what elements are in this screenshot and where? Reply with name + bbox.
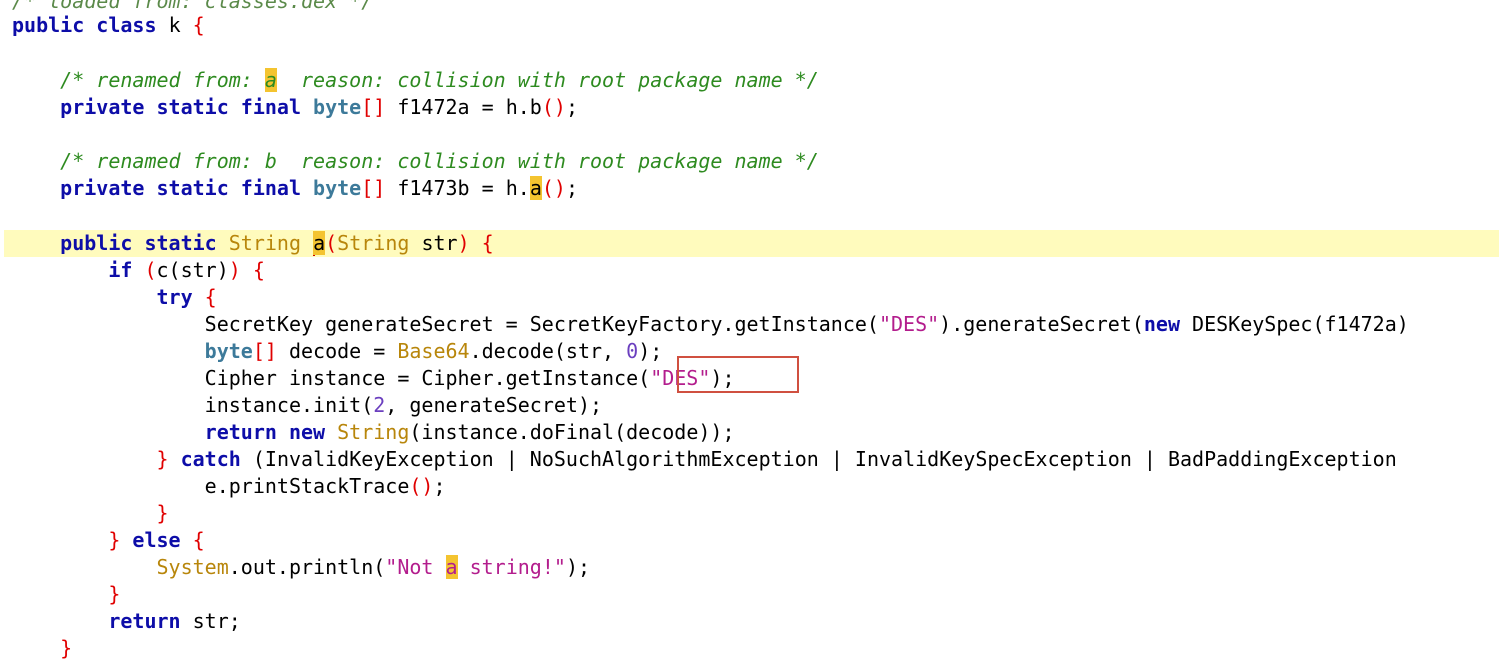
search-highlight: a	[445, 555, 458, 579]
comment: /* renamed from: b reason: collision wit…	[60, 149, 819, 173]
code-line: }	[108, 582, 121, 606]
code-line: } else {	[108, 528, 205, 552]
keyword: public	[12, 13, 85, 37]
code-line: System.out.println("Not a string!");	[156, 555, 591, 579]
code-line: private static final byte[] f1473b = h.a…	[60, 176, 578, 200]
method-name-selected[interactable]: a	[313, 231, 326, 255]
code-line: }	[156, 501, 169, 525]
code-editor[interactable]: /* loaded from: classes.dex */ public cl…	[0, 0, 1499, 666]
keyword: class	[96, 13, 157, 37]
code-line: }	[60, 636, 73, 660]
code-line: return new String(instance.doFinal(decod…	[204, 420, 735, 444]
code-line: if (c(str)) {	[108, 258, 265, 282]
code-line: instance.init(2, generateSecret);	[204, 393, 603, 417]
class-name: k	[168, 13, 181, 37]
code-line: /* renamed from: a reason: collision wit…	[12, 67, 819, 94]
code-line: e.printStackTrace();	[204, 474, 446, 498]
code-line: Cipher instance = Cipher.getInstance("DE…	[204, 366, 735, 390]
code-line: /* renamed from: b reason: collision wit…	[12, 148, 819, 175]
code-line: SecretKey generateSecret = SecretKeyFact…	[204, 312, 1409, 336]
code-line: byte[] decode = Base64.decode(str, 0);	[204, 339, 663, 363]
search-highlight: a	[529, 176, 542, 200]
code-line: private static final byte[] f1472a = h.b…	[60, 95, 578, 119]
code-line-current[interactable]: public static String a(String str) {	[12, 230, 494, 257]
comment: /* renamed from: a reason: collision wit…	[60, 68, 819, 92]
search-highlight: a	[264, 68, 277, 92]
code-line: public class k {	[12, 13, 205, 37]
code-line: } catch (InvalidKeyException | NoSuchAlg…	[156, 447, 1397, 471]
code-line: try {	[156, 285, 217, 309]
code-line: return str;	[108, 609, 241, 633]
